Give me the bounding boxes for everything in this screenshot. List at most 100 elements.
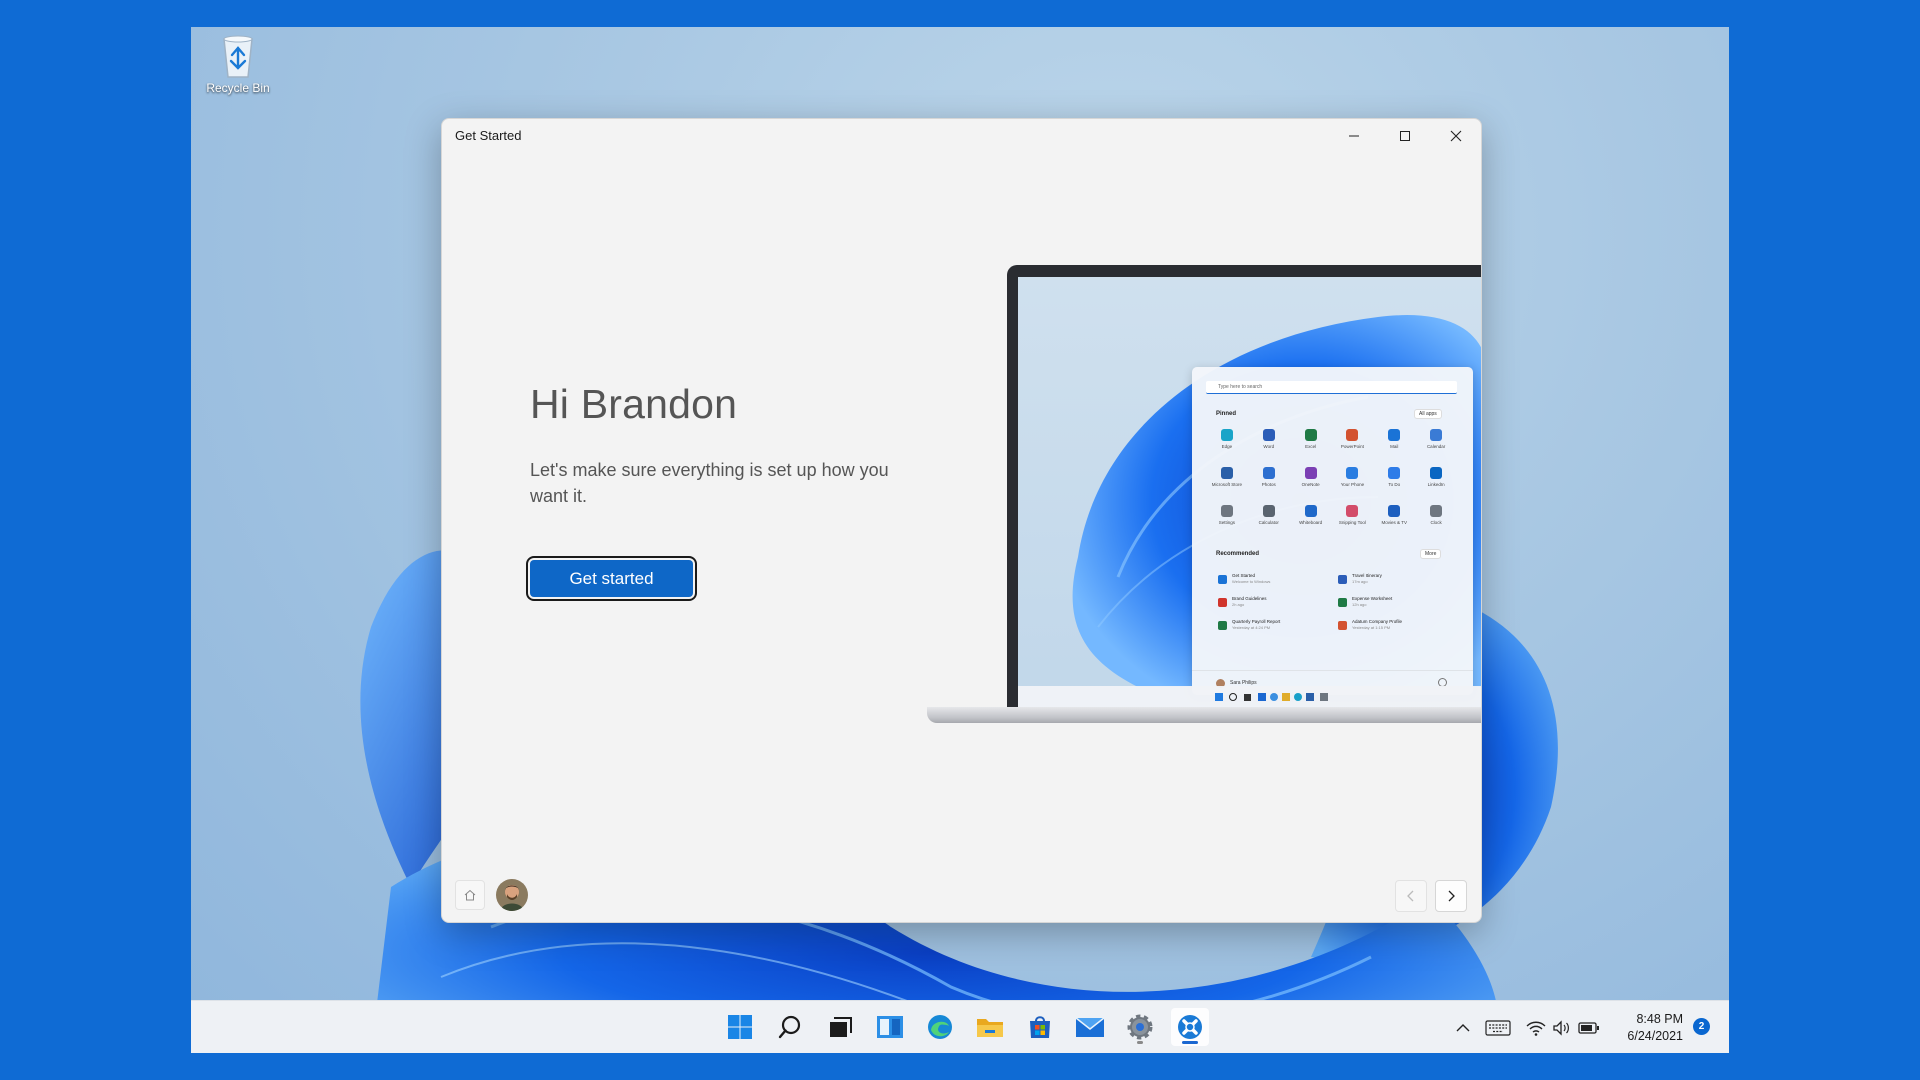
next-button[interactable] xyxy=(1435,880,1467,912)
settings-button[interactable] xyxy=(1121,1008,1159,1046)
edge-button[interactable] xyxy=(921,1008,959,1046)
get-started-icon xyxy=(1178,1015,1202,1039)
mini-app-icon xyxy=(1220,429,1233,441)
keyboard-icon xyxy=(1485,1019,1511,1036)
chevron-left-icon xyxy=(1407,890,1414,902)
get-started-taskbar-button[interactable] xyxy=(1171,1008,1209,1046)
mini-recommended-sub: Yesterday at 4:24 PM xyxy=(1232,625,1271,630)
mini-pinned-app: Microsoft Store xyxy=(1206,467,1248,487)
speaker-icon xyxy=(1553,1019,1569,1036)
task-view-button[interactable] xyxy=(821,1008,859,1046)
mini-app-icon xyxy=(1346,505,1359,517)
clock-date: 6/24/2021 xyxy=(1627,1029,1683,1043)
mini-recommended-sub: Yesterday at 1:15 PM xyxy=(1352,625,1391,630)
mini-recommended-list: Get Started Welcome to Windows Travel Itin… xyxy=(1218,573,1458,631)
maximize-icon xyxy=(1399,131,1410,141)
mini-app-label: LinkedIn xyxy=(1427,482,1445,487)
clock-time: 8:48 PM xyxy=(1636,1012,1683,1026)
home-icon xyxy=(464,889,476,901)
widgets-icon xyxy=(877,1016,903,1038)
start-button[interactable] xyxy=(721,1008,759,1046)
home-button[interactable] xyxy=(455,880,485,910)
close-icon xyxy=(1450,130,1461,142)
mini-recommended-item: Get Started Welcome to Windows xyxy=(1218,573,1338,585)
mini-pinned-app: Calendar xyxy=(1415,429,1457,449)
maximize-button[interactable] xyxy=(1379,119,1430,153)
running-indicator xyxy=(1137,1041,1143,1044)
wifi-button[interactable] xyxy=(1524,1001,1548,1053)
mini-pinned-app: Word xyxy=(1248,429,1290,449)
mini-app-label: OneNote xyxy=(1301,482,1320,487)
mini-search-placeholder: Type here to search xyxy=(1218,384,1263,390)
mail-button[interactable] xyxy=(1071,1008,1109,1046)
mini-pinned-app: Your Phone xyxy=(1331,467,1373,487)
mini-pinned-app: Edge xyxy=(1206,429,1248,449)
search-icon xyxy=(778,1015,801,1039)
mini-recommended-item: Brand Guidelines 2h ago xyxy=(1218,596,1338,608)
mini-recommended-heading: Recommended xyxy=(1216,551,1260,557)
user-avatar[interactable] xyxy=(496,879,528,911)
mini-app-label: Your Phone xyxy=(1340,482,1365,487)
search-button[interactable] xyxy=(771,1008,809,1046)
mini-pinned-app: Photos xyxy=(1248,467,1290,487)
touch-keyboard-button[interactable] xyxy=(1481,1001,1515,1053)
mini-pinned-app: PowerPoint xyxy=(1331,429,1373,449)
mini-pinned-app: OneNote xyxy=(1290,467,1332,487)
mini-app-icon xyxy=(1304,467,1317,479)
mini-pinned-grid: Edge Word Excel PowerPoint Mail Calendar Micro… xyxy=(1206,429,1457,525)
mini-pinned-app: Movies & TV xyxy=(1373,505,1415,525)
mini-pinned-app: Mail xyxy=(1373,429,1415,449)
widgets-button[interactable] xyxy=(871,1008,909,1046)
windows-logo-icon xyxy=(728,1015,752,1039)
mini-app-icon xyxy=(1220,505,1233,517)
mini-file-icon xyxy=(1338,597,1347,607)
minimize-button[interactable] xyxy=(1328,119,1379,153)
microsoft-store-button[interactable] xyxy=(1021,1008,1059,1046)
mini-app-label: To Do xyxy=(1388,482,1401,487)
mini-recommended-text: Expense Worksheet 12h ago xyxy=(1352,596,1392,608)
chevron-up-icon xyxy=(1456,1023,1470,1031)
mini-file-icon xyxy=(1218,620,1227,630)
mini-app-label: Excel xyxy=(1305,444,1317,449)
get-started-button[interactable]: Get started xyxy=(530,560,693,597)
wifi-icon xyxy=(1526,1021,1546,1036)
volume-button[interactable] xyxy=(1550,1001,1572,1053)
mini-app-label: Clock xyxy=(1430,520,1442,525)
mini-app-icon xyxy=(1304,505,1317,517)
folder-icon xyxy=(977,1019,1003,1037)
mini-file-icon xyxy=(1338,620,1347,630)
mini-recommended-text: Adatum Company Profile Yesterday at 1:15 … xyxy=(1352,619,1402,631)
mini-app-icon xyxy=(1262,467,1275,479)
mini-app-label: Edge xyxy=(1221,444,1233,449)
mini-app-icon xyxy=(1262,505,1275,517)
close-button[interactable] xyxy=(1430,119,1481,153)
mini-app-icon xyxy=(1430,429,1443,441)
mini-app-label: Microsoft Store xyxy=(1211,482,1243,487)
battery-button[interactable] xyxy=(1575,1001,1603,1053)
edge-icon xyxy=(928,1015,952,1039)
mini-taskbar xyxy=(1018,686,1481,708)
mini-app-label: Mail xyxy=(1390,444,1399,449)
mini-recommended-text: Brand Guidelines 2h ago xyxy=(1232,596,1267,608)
mini-search-box: Type here to search xyxy=(1206,381,1457,394)
window-footer xyxy=(442,866,1481,922)
mini-app-label: Calendar xyxy=(1426,444,1446,449)
previous-button[interactable] xyxy=(1395,880,1427,912)
mini-app-icon xyxy=(1346,429,1359,441)
mini-file-icon xyxy=(1338,574,1347,584)
notification-badge[interactable]: 2 xyxy=(1693,1018,1710,1035)
mini-app-icon xyxy=(1262,429,1275,441)
mini-pinned-app: Excel xyxy=(1290,429,1332,449)
title-bar[interactable]: Get Started xyxy=(442,119,1481,155)
show-hidden-icons-button[interactable] xyxy=(1449,1001,1477,1053)
greeting-heading: Hi Brandon xyxy=(530,381,738,427)
desktop: Recycle Bin Get Started Hi Brandon Let's… xyxy=(191,27,1729,1053)
file-explorer-button[interactable] xyxy=(971,1008,1009,1046)
laptop-base xyxy=(927,707,1481,723)
chevron-right-icon xyxy=(1448,890,1455,902)
window-title: Get Started xyxy=(455,128,522,143)
clock[interactable]: 8:48 PM 6/24/2021 xyxy=(1627,1011,1683,1045)
recycle-bin[interactable]: Recycle Bin xyxy=(199,31,277,95)
get-started-window: Get Started Hi Brandon Let's make sure e… xyxy=(441,118,1482,923)
mini-start-menu: Type here to search Pinned All apps Edge… xyxy=(1192,367,1473,695)
